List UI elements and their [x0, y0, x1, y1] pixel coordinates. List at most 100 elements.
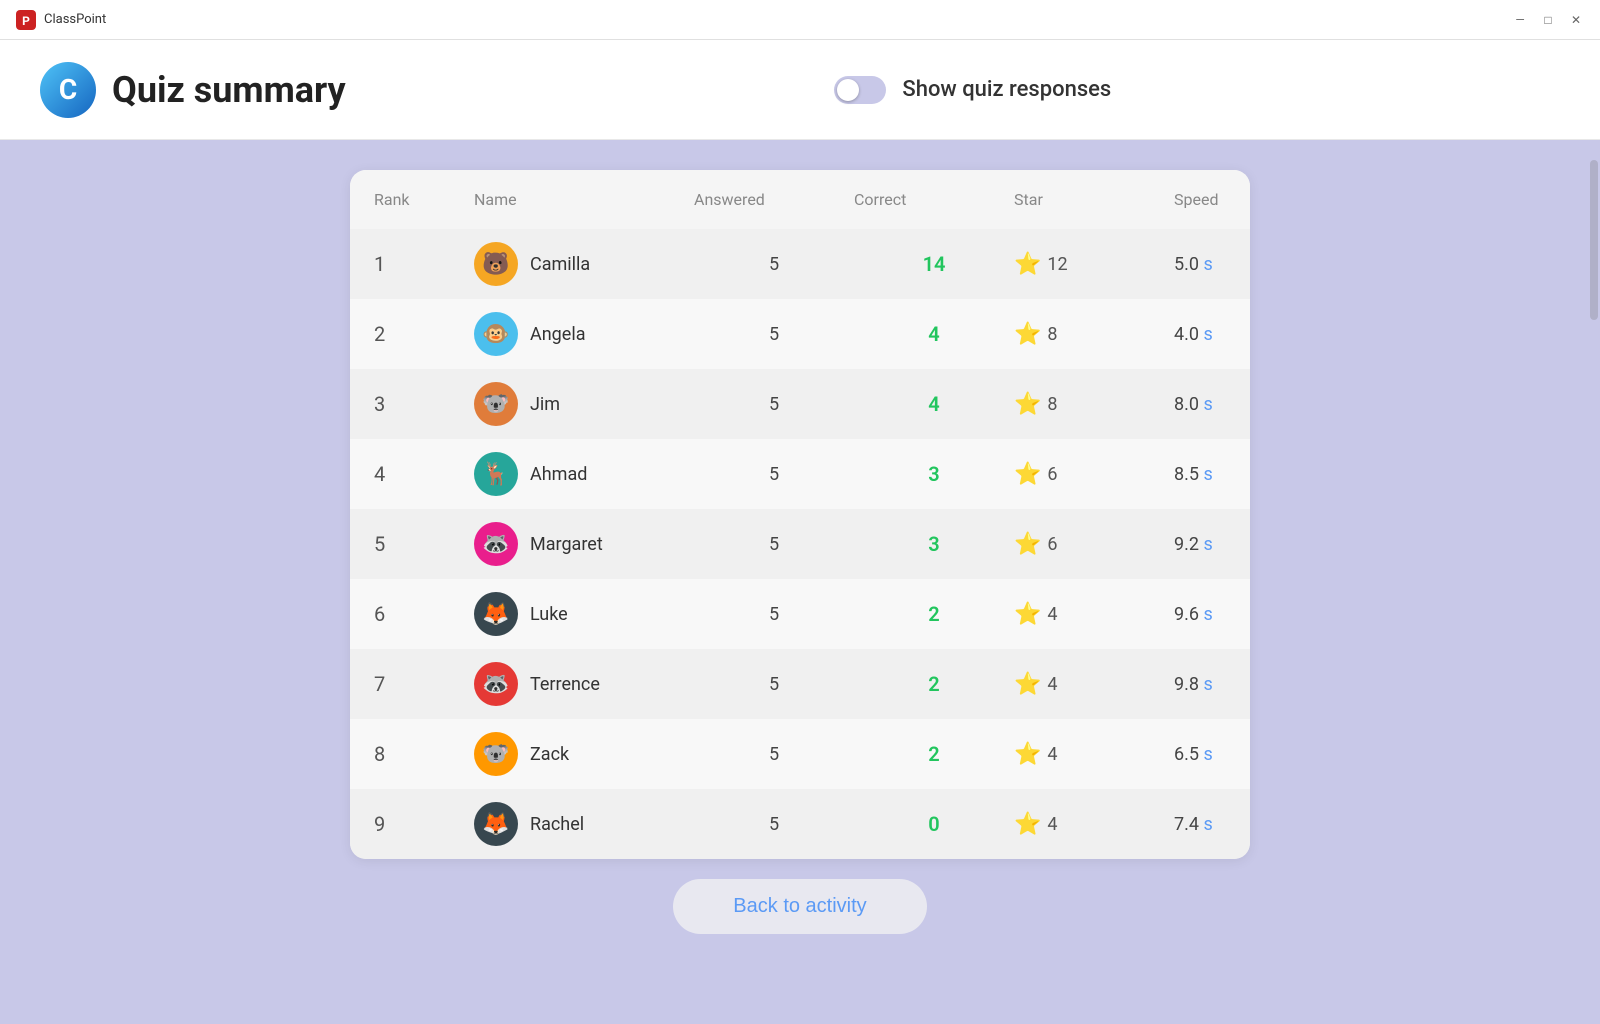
speed-cell: 9.2 s — [1174, 534, 1250, 555]
correct-cell: 2 — [854, 672, 1014, 696]
speed-unit: s — [1199, 324, 1213, 345]
avatar: 🦊 — [474, 802, 518, 846]
show-responses-toggle[interactable] — [834, 76, 886, 104]
col-correct: Correct — [854, 190, 1014, 209]
avatar: 🦌 — [474, 452, 518, 496]
avatar: 🐻 — [474, 242, 518, 286]
star-icon: ⭐ — [1014, 322, 1041, 347]
table-row: 6 🦊 Luke 5 2 ⭐ 4 9.6 s — [350, 579, 1250, 649]
correct-cell: 14 — [854, 252, 1014, 276]
table-row: 7 🦝 Terrence 5 2 ⭐ 4 9.8 s — [350, 649, 1250, 719]
table-row: 2 🐵 Angela 5 4 ⭐ 8 4.0 s — [350, 299, 1250, 369]
speed-unit: s — [1199, 534, 1213, 555]
speed-cell: 5.0 s — [1174, 254, 1250, 275]
table-body: 1 🐻 Camilla 5 14 ⭐ 12 5.0 s 2 🐵 Angela 5… — [350, 229, 1250, 859]
rank-cell: 3 — [374, 392, 474, 416]
col-name: Name — [474, 190, 694, 209]
star-cell: ⭐ 4 — [1014, 672, 1174, 697]
minimize-button[interactable]: — — [1512, 12, 1528, 28]
rank-cell: 9 — [374, 812, 474, 836]
star-icon: ⭐ — [1014, 672, 1041, 697]
star-cell: ⭐ 6 — [1014, 462, 1174, 487]
name-cell: 🐵 Angela — [474, 312, 694, 356]
correct-cell: 4 — [854, 322, 1014, 346]
student-name: Ahmad — [530, 464, 587, 485]
correct-cell: 3 — [854, 462, 1014, 486]
header-center: Show quiz responses — [386, 76, 1560, 104]
star-count: 4 — [1047, 604, 1057, 625]
rank-cell: 5 — [374, 532, 474, 556]
student-name: Zack — [530, 744, 569, 765]
star-count: 4 — [1047, 814, 1057, 835]
star-count: 8 — [1047, 394, 1057, 415]
table-row: 4 🦌 Ahmad 5 3 ⭐ 6 8.5 s — [350, 439, 1250, 509]
speed-unit: s — [1199, 254, 1213, 275]
avatar: 🦝 — [474, 522, 518, 566]
header: C Quiz summary Show quiz responses — [0, 40, 1600, 140]
star-cell: ⭐ 4 — [1014, 742, 1174, 767]
speed-cell: 4.0 s — [1174, 324, 1250, 345]
logo-circle: C — [40, 62, 96, 118]
rank-cell: 4 — [374, 462, 474, 486]
speed-unit: s — [1199, 464, 1213, 485]
name-cell: 🦊 Rachel — [474, 802, 694, 846]
back-btn-container: Back to activity — [673, 879, 926, 934]
student-name: Camilla — [530, 254, 590, 275]
star-icon: ⭐ — [1014, 602, 1041, 627]
back-to-activity-button[interactable]: Back to activity — [673, 879, 926, 934]
speed-unit: s — [1199, 604, 1213, 625]
star-count: 6 — [1047, 534, 1057, 555]
table-row: 1 🐻 Camilla 5 14 ⭐ 12 5.0 s — [350, 229, 1250, 299]
rank-cell: 6 — [374, 602, 474, 626]
student-name: Margaret — [530, 534, 603, 555]
scrollbar-track[interactable] — [1588, 140, 1600, 1024]
col-rank: Rank — [374, 190, 474, 209]
avatar: 🦝 — [474, 662, 518, 706]
star-icon: ⭐ — [1014, 742, 1041, 767]
answered-cell: 5 — [694, 744, 854, 765]
name-cell: 🦌 Ahmad — [474, 452, 694, 496]
toggle-container: Show quiz responses — [834, 76, 1111, 104]
speed-cell: 9.8 s — [1174, 674, 1250, 695]
star-cell: ⭐ 4 — [1014, 812, 1174, 837]
student-name: Rachel — [530, 814, 584, 835]
rank-cell: 1 — [374, 252, 474, 276]
star-icon: ⭐ — [1014, 392, 1041, 417]
avatar: 🐨 — [474, 382, 518, 426]
star-cell: ⭐ 12 — [1014, 252, 1174, 277]
name-cell: 🐨 Jim — [474, 382, 694, 426]
correct-cell: 2 — [854, 602, 1014, 626]
star-cell: ⭐ 8 — [1014, 392, 1174, 417]
star-count: 4 — [1047, 674, 1057, 695]
correct-cell: 2 — [854, 742, 1014, 766]
star-icon: ⭐ — [1014, 532, 1041, 557]
answered-cell: 5 — [694, 394, 854, 415]
avatar: 🐨 — [474, 732, 518, 776]
main-content: Rank Name Answered Correct Star Speed 1 … — [0, 140, 1600, 1024]
title-bar: P ClassPoint — □ ✕ — [0, 0, 1600, 40]
star-icon: ⭐ — [1014, 252, 1041, 277]
rank-cell: 2 — [374, 322, 474, 346]
maximize-button[interactable]: □ — [1540, 12, 1556, 28]
window-controls: — □ ✕ — [1512, 12, 1584, 28]
student-name: Luke — [530, 604, 568, 625]
table-row: 5 🦝 Margaret 5 3 ⭐ 6 9.2 s — [350, 509, 1250, 579]
star-count: 8 — [1047, 324, 1057, 345]
speed-unit: s — [1199, 814, 1213, 835]
name-cell: 🐨 Zack — [474, 732, 694, 776]
rank-cell: 7 — [374, 672, 474, 696]
speed-unit: s — [1199, 674, 1213, 695]
speed-cell: 6.5 s — [1174, 744, 1250, 765]
table-row: 9 🦊 Rachel 5 0 ⭐ 4 7.4 s — [350, 789, 1250, 859]
speed-cell: 7.4 s — [1174, 814, 1250, 835]
speed-cell: 8.5 s — [1174, 464, 1250, 485]
speed-unit: s — [1199, 744, 1213, 765]
star-count: 12 — [1047, 254, 1067, 275]
scrollbar-thumb — [1590, 160, 1598, 320]
avatar: 🦊 — [474, 592, 518, 636]
name-cell: 🦝 Margaret — [474, 522, 694, 566]
table-header: Rank Name Answered Correct Star Speed — [350, 170, 1250, 229]
answered-cell: 5 — [694, 604, 854, 625]
title-bar-left: P ClassPoint — [16, 10, 106, 30]
close-button[interactable]: ✕ — [1568, 12, 1584, 28]
